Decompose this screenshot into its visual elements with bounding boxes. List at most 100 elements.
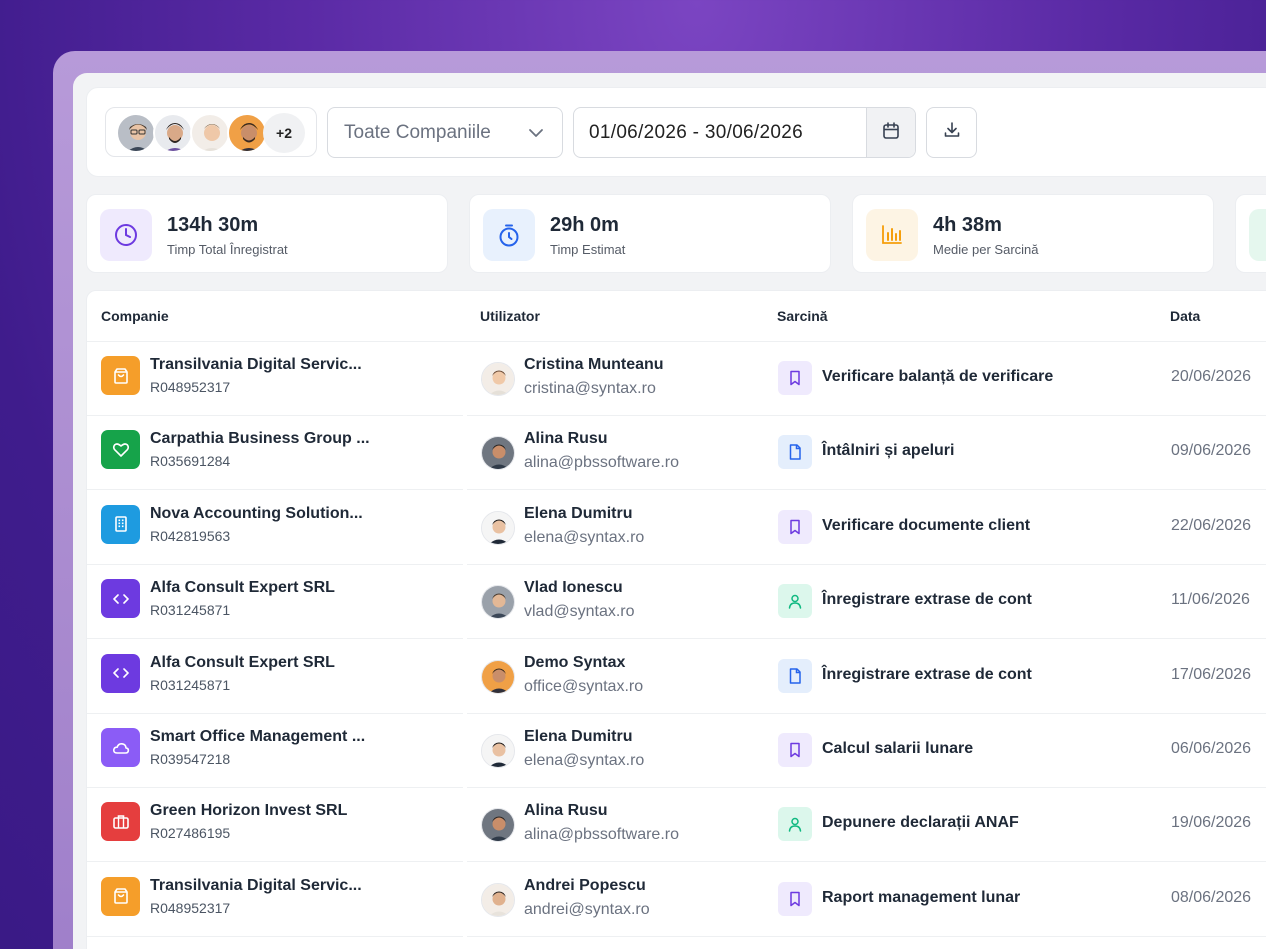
company-name[interactable]: Carpathia Business Group ... bbox=[150, 430, 370, 448]
task-name[interactable]: Verificare balanță de verificare bbox=[822, 368, 1053, 386]
task-name[interactable]: Înregistrare extrase de cont bbox=[822, 666, 1032, 684]
date-range-input[interactable]: 01/06/2026 - 30/06/2026 bbox=[573, 107, 916, 158]
column-header-company[interactable]: Companie bbox=[101, 308, 169, 324]
bookmark-icon bbox=[778, 881, 812, 916]
column-header-date[interactable]: Data bbox=[1170, 308, 1200, 324]
bar-chart-icon bbox=[866, 209, 918, 261]
company-code: R035691284 bbox=[150, 453, 231, 470]
stat-card-average-per-task: 4h 38m Medie per Sarcină bbox=[852, 194, 1214, 273]
stat-value: 4h 38m bbox=[933, 214, 1002, 236]
chevron-down-icon bbox=[526, 123, 546, 149]
user-name[interactable]: Andrei Popescu bbox=[524, 877, 646, 895]
table-row[interactable]: Alfa Consult Expert SRL R031245871 Demo Sy… bbox=[87, 640, 1266, 714]
bookmark-icon bbox=[778, 733, 812, 767]
company-code: R048952317 bbox=[150, 899, 231, 916]
date-range-value: 01/06/2026 - 30/06/2026 bbox=[589, 122, 803, 143]
company-select[interactable]: Toate Companiile bbox=[327, 107, 563, 158]
table-row[interactable]: Green Horizon Invest SRL R027486195 Alina … bbox=[87, 788, 1266, 863]
bookmark-icon bbox=[778, 509, 812, 544]
company-code: R042819563 bbox=[150, 527, 231, 544]
download-icon bbox=[942, 120, 962, 145]
company-select-value: Toate Companiile bbox=[344, 121, 491, 143]
stat-label: Timp Total Înregistrat bbox=[167, 242, 288, 257]
avatar[interactable] bbox=[190, 113, 230, 153]
user-name[interactable]: Elena Dumitru bbox=[524, 505, 632, 523]
entry-date: 09/06/2026 bbox=[1171, 442, 1252, 460]
company-name[interactable]: Alfa Consult Expert SRL bbox=[150, 579, 335, 597]
row-divider bbox=[87, 935, 463, 937]
task-name[interactable]: Depunere declarații ANAF bbox=[822, 814, 1019, 832]
user-name[interactable]: Alina Rusu bbox=[524, 802, 608, 820]
user-name[interactable]: Alina Rusu bbox=[524, 430, 608, 448]
table-row[interactable]: Transilvania Digital Servic... R048952317… bbox=[87, 342, 1266, 416]
heart-icon bbox=[101, 430, 140, 470]
stat-card-partial bbox=[1235, 194, 1266, 273]
stat-label: Timp Estimat bbox=[550, 242, 626, 257]
company-code: R027486195 bbox=[150, 825, 231, 842]
user-avatar bbox=[481, 882, 515, 917]
column-header-user[interactable]: Utilizator bbox=[480, 308, 540, 324]
app-window: +2 Toate Companiile 01/06/2026 - 30/06/2… bbox=[73, 73, 1266, 949]
user-name[interactable]: Elena Dumitru bbox=[524, 728, 632, 746]
user-avatar bbox=[481, 659, 515, 694]
stat-label: Medie per Sarcină bbox=[933, 242, 1039, 257]
document-icon bbox=[778, 435, 812, 470]
stat-card-estimated-time: 29h 0m Timp Estimat bbox=[469, 194, 831, 273]
calendar-button[interactable] bbox=[866, 108, 915, 157]
task-name[interactable]: Raport management lunar bbox=[822, 889, 1020, 907]
stat-value: 29h 0m bbox=[550, 214, 619, 236]
entry-date: 06/06/2026 bbox=[1171, 740, 1252, 757]
stat-icon bbox=[1249, 209, 1266, 261]
table-row[interactable]: Transilvania Digital Servic... R048952317… bbox=[87, 863, 1266, 937]
company-code: R039547218 bbox=[150, 751, 231, 767]
table-row[interactable]: Carpathia Business Group ... R035691284 Al… bbox=[87, 416, 1266, 491]
code-icon bbox=[101, 579, 140, 619]
entry-date: 11/06/2026 bbox=[1171, 591, 1250, 609]
code-icon bbox=[101, 653, 140, 693]
stopwatch-icon bbox=[483, 209, 535, 261]
avatar[interactable] bbox=[227, 113, 267, 153]
company-name[interactable]: Transilvania Digital Servic... bbox=[150, 877, 362, 895]
company-code: R031245871 bbox=[150, 676, 231, 693]
company-name[interactable]: Alfa Consult Expert SRL bbox=[150, 654, 335, 672]
company-name[interactable]: Nova Accounting Solution... bbox=[150, 505, 363, 523]
entry-date: 20/06/2026 bbox=[1171, 368, 1252, 385]
task-name[interactable]: Calcul salarii lunare bbox=[822, 740, 973, 758]
company-name[interactable]: Green Horizon Invest SRL bbox=[150, 802, 347, 820]
user-avatar bbox=[481, 510, 515, 545]
bookmark-icon bbox=[778, 361, 812, 395]
user-email: alina@pbssoftware.ro bbox=[524, 826, 679, 844]
table-row[interactable]: Nova Accounting Solution... R042819563 Ele… bbox=[87, 491, 1266, 565]
user-name[interactable]: Vlad Ionescu bbox=[524, 579, 623, 597]
download-button[interactable] bbox=[926, 107, 977, 158]
stat-value: 134h 30m bbox=[167, 214, 259, 236]
briefcase-icon bbox=[101, 802, 140, 842]
user-avatar-group[interactable]: +2 bbox=[105, 107, 317, 157]
table-row[interactable]: Alfa Consult Expert SRL R031245871 Vlad Io… bbox=[87, 565, 1266, 640]
user-icon bbox=[778, 584, 812, 619]
task-name[interactable]: Înregistrare extrase de cont bbox=[822, 591, 1032, 609]
company-name[interactable]: Smart Office Management ... bbox=[150, 728, 365, 746]
time-entries-table: Companie Utilizator Sarcină Data Transil… bbox=[86, 290, 1266, 949]
shopping-bag-icon bbox=[101, 356, 140, 395]
user-name[interactable]: Demo Syntax bbox=[524, 654, 625, 672]
avatar[interactable] bbox=[153, 113, 193, 153]
filter-toolbar: +2 Toate Companiile 01/06/2026 - 30/06/2… bbox=[86, 87, 1266, 177]
task-name[interactable]: Întâlniri și apeluri bbox=[822, 442, 954, 460]
document-icon bbox=[778, 658, 812, 693]
user-name[interactable]: Cristina Munteanu bbox=[524, 356, 664, 374]
company-code: R031245871 bbox=[150, 602, 231, 619]
entry-date: 08/06/2026 bbox=[1171, 888, 1252, 906]
user-avatar bbox=[481, 362, 515, 396]
row-divider bbox=[467, 935, 1266, 937]
table-row[interactable]: Smart Office Management ... R039547218 Ele… bbox=[87, 714, 1266, 788]
company-code: R048952317 bbox=[150, 379, 231, 395]
avatar[interactable] bbox=[116, 113, 156, 153]
column-header-task[interactable]: Sarcină bbox=[777, 308, 828, 324]
more-users-badge[interactable]: +2 bbox=[263, 113, 305, 153]
user-avatar bbox=[481, 734, 515, 768]
company-name[interactable]: Transilvania Digital Servic... bbox=[150, 356, 362, 374]
user-email: elena@syntax.ro bbox=[524, 752, 645, 769]
building-icon bbox=[101, 504, 140, 544]
task-name[interactable]: Verificare documente client bbox=[822, 517, 1030, 535]
